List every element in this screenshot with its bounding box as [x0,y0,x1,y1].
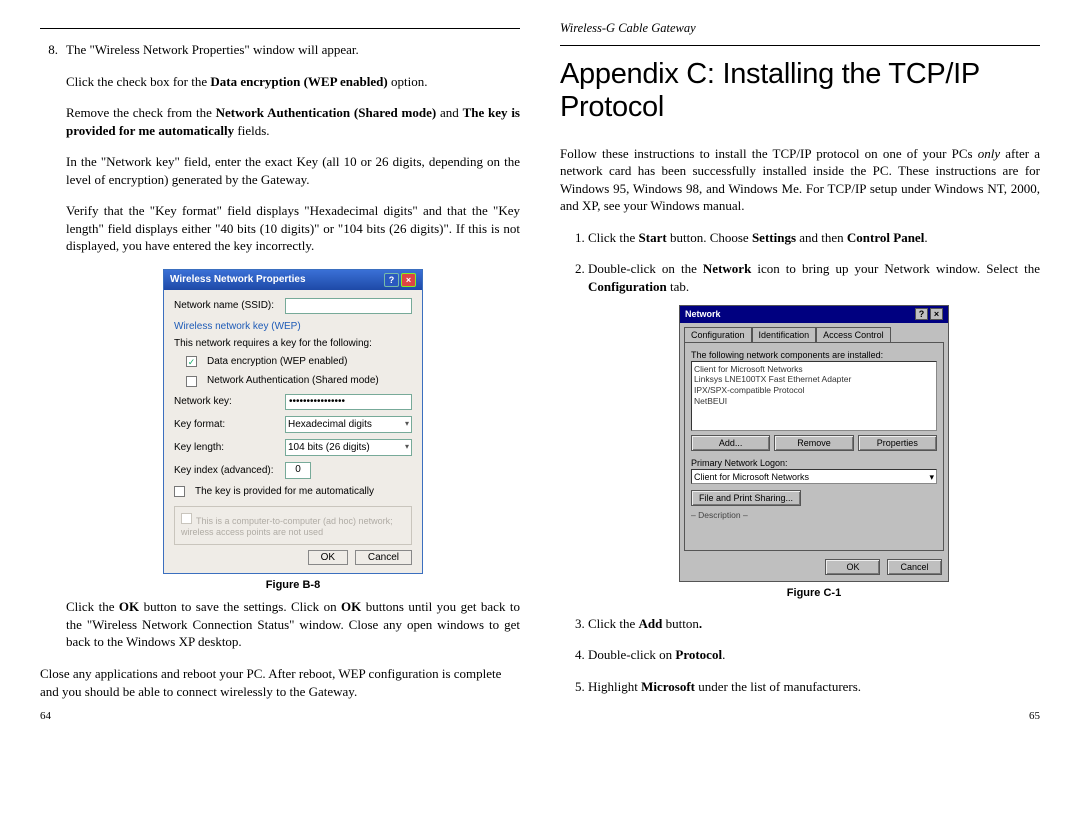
page-number: 64 [40,709,51,724]
appendix-title: Appendix C: Installing the TCP/IP Protoc… [560,58,1040,125]
key-index-stepper[interactable]: 0 [285,462,311,479]
key-format-select[interactable]: Hexadecimal digits▾ [285,416,412,433]
step-content: The "Wireless Network Properties" window… [66,41,520,665]
primary-logon-select[interactable]: Client for Microsoft Networks▾ [691,469,937,484]
ssid-label: Network name (SSID): [174,299,279,313]
step-number: 8. [40,41,58,665]
close-icon[interactable]: × [930,308,943,320]
components-listbox[interactable]: Client for Microsoft Networks Linksys LN… [691,361,937,431]
index-label: Key index (advanced): [174,464,279,478]
primary-logon-label: Primary Network Logon: [691,457,937,469]
step-4: Double-click on Protocol. [588,646,1040,664]
closing-para: Close any applications and reboot your P… [40,665,520,700]
figure-caption: Figure B-8 [66,578,520,593]
help-icon[interactable]: ? [915,308,928,320]
step-3: Click the Add button. [588,615,1040,633]
cancel-button[interactable]: Cancel [887,559,942,575]
close-icon[interactable]: × [401,273,416,287]
components-label: The following network components are ins… [691,349,937,361]
dialog-wireless-properties: Wireless Network Properties ? × Network … [163,269,423,574]
page-left: 8. The "Wireless Network Properties" win… [40,20,520,714]
chevron-down-icon: ▾ [929,471,934,483]
chevron-down-icon: ▾ [405,442,409,453]
intro-para: Follow these instructions to install the… [560,145,1040,215]
description-label: – Description – [691,510,937,521]
figure-caption: Figure C-1 [588,586,1040,601]
page-right: Wireless-G Cable Gateway Appendix C: Ins… [560,20,1040,714]
tab-access-control[interactable]: Access Control [816,327,891,342]
network-key-input[interactable]: •••••••••••••••• [285,394,412,410]
running-header: Wireless-G Cable Gateway [560,20,1040,37]
properties-button[interactable]: Properties [858,435,937,451]
length-label: Key length: [174,441,279,455]
ssid-input[interactable] [285,298,412,314]
help-icon[interactable]: ? [384,273,399,287]
auto-key-checkbox[interactable] [174,486,185,497]
ok-button[interactable]: OK [308,550,348,565]
step-1: Click the Start button. Choose Settings … [588,229,1040,247]
tab-configuration[interactable]: Configuration [684,327,752,342]
install-steps: Click the Start button. Choose Settings … [560,229,1040,696]
dialog-title: Network [685,308,721,320]
tab-identification[interactable]: Identification [752,327,817,342]
key-length-select[interactable]: 104 bits (26 digits)▾ [285,439,412,456]
auth-checkbox[interactable] [186,376,197,387]
format-label: Key format: [174,418,279,432]
chevron-down-icon: ▾ [405,419,409,430]
step-5: Highlight Microsoft under the list of ma… [588,678,1040,696]
cancel-button[interactable]: Cancel [355,550,412,565]
wep-group: Wireless network key (WEP) [174,320,412,334]
ok-button[interactable]: OK [825,559,880,575]
add-button[interactable]: Add... [691,435,770,451]
dialog-title: Wireless Network Properties [170,273,306,287]
file-print-sharing-button[interactable]: File and Print Sharing... [691,490,801,506]
page-number: 65 [1029,709,1040,724]
para: The "Wireless Network Properties" window… [66,41,520,59]
dialog-network: Network ? × Configuration Identification… [679,305,949,581]
key-label: Network key: [174,395,279,409]
wep-checkbox[interactable]: ✓ [186,356,197,367]
step-2: Double-click on the Network icon to brin… [588,260,1040,600]
req-text: This network requires a key for the foll… [174,337,412,351]
remove-button[interactable]: Remove [774,435,853,451]
adhoc-disabled: This is a computer-to-computer (ad hoc) … [174,506,412,545]
